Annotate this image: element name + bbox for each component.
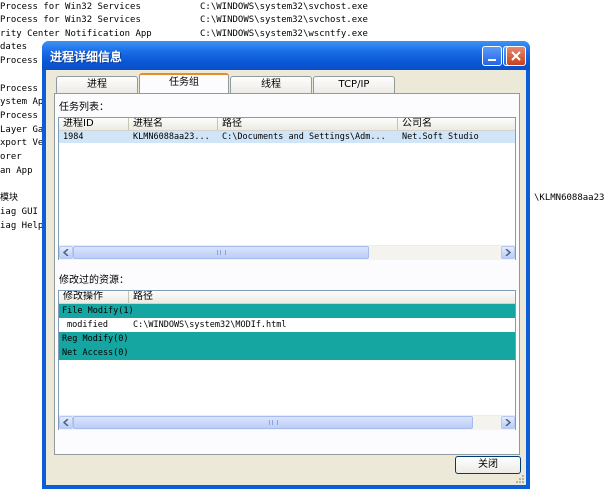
chevron-left-icon [63,419,69,426]
bg-line: Process [0,111,38,121]
cell-company: Net.Soft Studio [402,132,479,142]
task-list[interactable]: 进程ID 进程名 路径 公司名 1984 KLMN6088aa23... C:\… [58,117,516,260]
bg-line: orer [0,152,22,162]
bg-right-text: \KLMN6088aa23 [534,193,604,203]
bg-line: rity Center Notification App [0,29,152,39]
close-button[interactable]: 关闭 [455,456,521,474]
bg-line: ystem Ap [0,97,44,107]
table-row[interactable]: 1984 KLMN6088aa23... C:\Documents and Se… [59,131,515,143]
scroll-thumb[interactable] [73,416,473,429]
cell-pid: 1984 [63,132,84,142]
title-bar[interactable]: 进程详细信息 [42,41,530,70]
bg-line: Process [0,56,38,66]
bg-path: C:\WINDOWS\system32\svchost.exe [200,2,368,12]
column-header-company[interactable]: 公司名 [398,118,517,130]
scroll-left-button[interactable] [59,416,73,429]
tab-threads[interactable]: 线程 [230,76,312,93]
bg-line: Process [0,84,38,94]
task-list-hscrollbar[interactable] [59,245,515,260]
modified-resources-label: 修改过的资源： [59,275,129,286]
grip-icon [268,420,278,425]
cell-path: C:\Documents and Settings\Adm... [222,132,386,142]
modified-resources-list[interactable]: 修改操作 路径 File Modify(1) modified C:\WINDO… [58,290,516,430]
bg-line: Process for Win32 Services [0,15,141,25]
chevron-right-icon [505,419,511,426]
column-header-operation[interactable]: 修改操作 [59,291,129,303]
resource-list-hscrollbar[interactable] [59,415,515,430]
column-header-name[interactable]: 进程名 [129,118,218,130]
tab-process[interactable]: 进程 [56,76,138,93]
group-reg-modify[interactable]: Reg Modify(0) [59,332,515,346]
list-item[interactable]: modified C:\WINDOWS\system32\MODIf.html [59,319,515,332]
bg-path: C:\WINDOWS\system32\wscntfy.exe [200,29,368,39]
bg-line: 模块 [0,193,19,203]
scroll-right-button[interactable] [501,246,515,259]
bg-line: Process for Win32 Services [0,2,141,12]
grip-icon [216,250,226,255]
cell-resource-path: C:\WINDOWS\system32\MODIf.html [133,320,287,330]
task-list-header: 进程ID 进程名 路径 公司名 [59,118,515,131]
bg-path: C:\WINDOWS\system32\svchost.exe [200,15,368,25]
close-icon [511,51,521,61]
minimize-button[interactable] [482,46,502,66]
task-group-panel: 任务列表： 进程ID 进程名 路径 公司名 1984 KLMN6088aa23.… [54,93,520,455]
tab-task-group[interactable]: 任务组 [139,73,229,94]
process-detail-dialog: 进程详细信息 进程 任务组 线程 TCP/IP 任务列表： 进程ID 进程名 路… [42,41,530,489]
group-net-access[interactable]: Net Access(0) [59,346,515,360]
resource-list-header: 修改操作 路径 [59,291,515,304]
bg-line: Layer Ga [0,125,44,135]
bg-line: xport Ve [0,138,44,148]
bg-line: iag Help [0,221,44,231]
column-header-path[interactable]: 路径 [218,118,398,130]
chevron-right-icon [505,249,511,256]
chevron-left-icon [63,249,69,256]
scroll-left-button[interactable] [59,246,73,259]
dialog-title: 进程详细信息 [50,50,123,64]
column-header-pid[interactable]: 进程ID [59,118,129,130]
cell-operation: modified [67,320,108,330]
scroll-right-button[interactable] [501,416,515,429]
minimize-icon [488,59,496,61]
group-file-modify[interactable]: File Modify(1) [59,304,515,318]
bg-line: dates [0,42,28,52]
dialog-client-area: 进程 任务组 线程 TCP/IP 任务列表： 进程ID 进程名 路径 公司名 1… [46,70,526,485]
bg-line: an App [0,166,33,176]
resize-grip-icon[interactable] [515,474,525,484]
column-header-resource-path[interactable]: 路径 [129,291,517,303]
task-list-label: 任务列表： [59,102,109,113]
scroll-thumb[interactable] [73,246,369,259]
close-window-button[interactable] [506,46,526,66]
cell-name: KLMN6088aa23... [133,132,210,142]
tab-tcpip[interactable]: TCP/IP [313,76,395,93]
